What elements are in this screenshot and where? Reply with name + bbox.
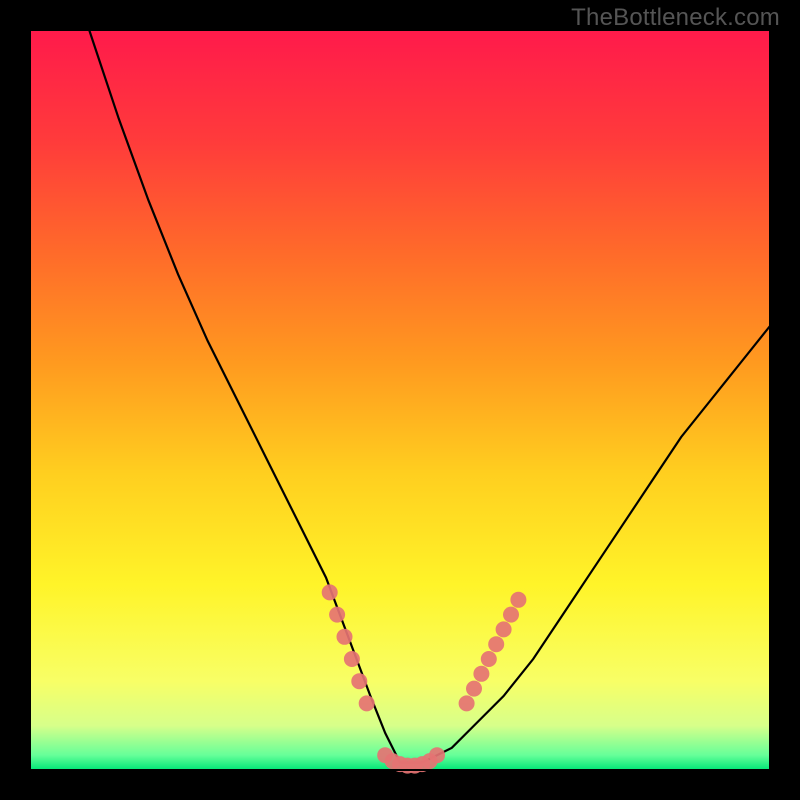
bottleneck-chart: TheBottleneck.com — [0, 0, 800, 800]
plot-background — [30, 30, 770, 770]
chart-svg — [0, 0, 800, 800]
watermark-label: TheBottleneck.com — [571, 4, 780, 32]
